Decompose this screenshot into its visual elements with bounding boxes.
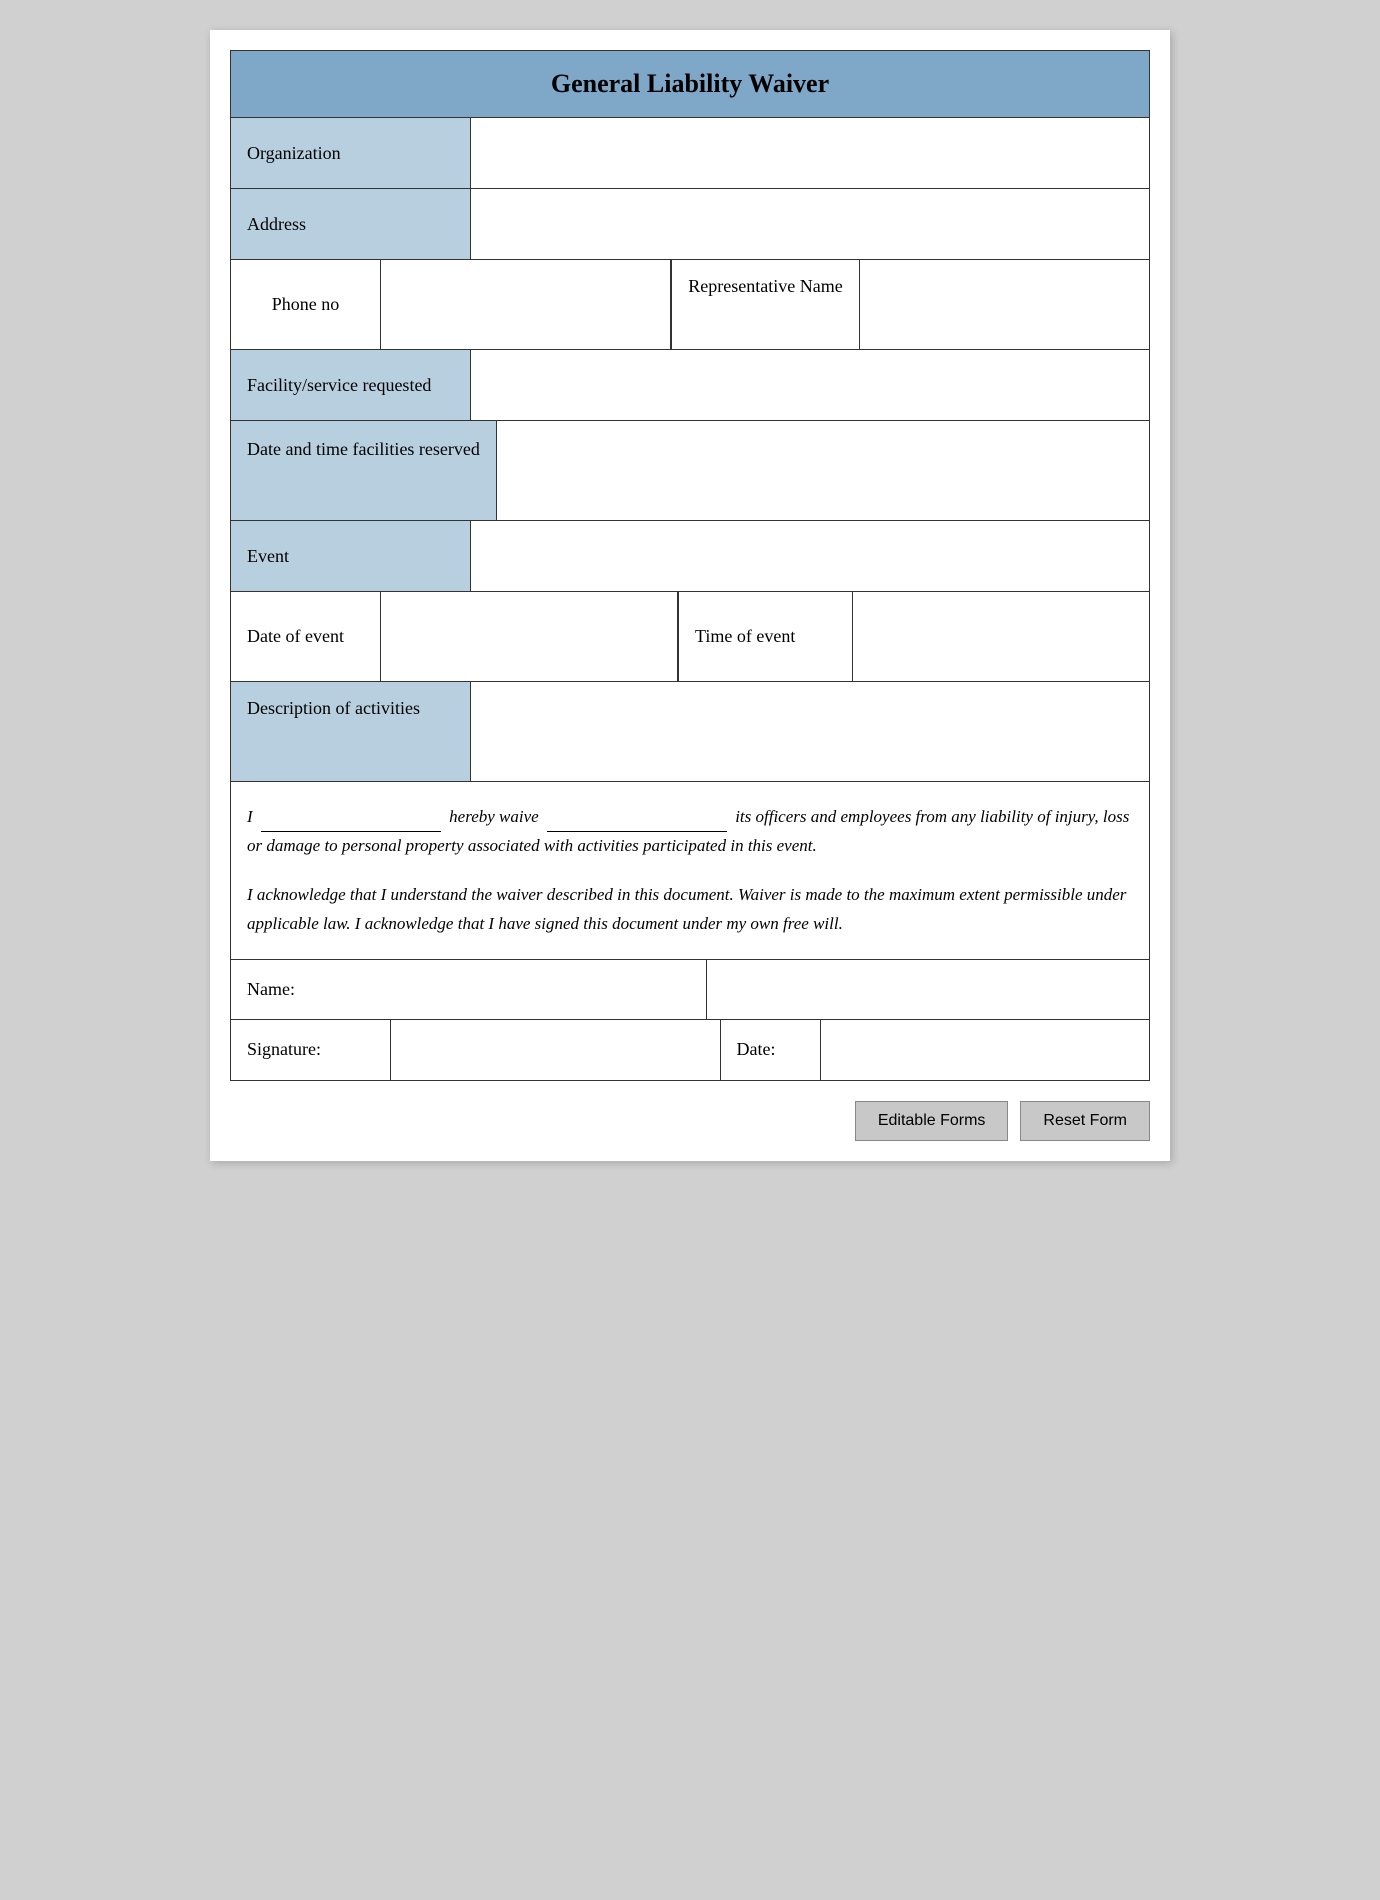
facility-value[interactable] bbox=[471, 350, 1149, 420]
form-title: General Liability Waiver bbox=[231, 51, 1149, 118]
rep-name-label: Representative Name bbox=[671, 260, 859, 349]
signature-label: Signature: bbox=[231, 1020, 391, 1080]
phone-rep-row: Phone no Representative Name bbox=[231, 260, 1149, 350]
description-label: Description of activities bbox=[231, 682, 471, 781]
address-label: Address bbox=[231, 189, 471, 259]
signature-input[interactable] bbox=[391, 1020, 720, 1080]
description-row: Description of activities bbox=[231, 682, 1149, 782]
phone-label: Phone no bbox=[231, 260, 381, 349]
date-time-label: Date and time facilities reserved bbox=[231, 421, 497, 520]
date-time-value[interactable] bbox=[497, 421, 1149, 520]
name-label: Name: bbox=[231, 960, 707, 1019]
date-time-row: Date and time facilities reserved bbox=[231, 421, 1149, 521]
address-row: Address bbox=[231, 189, 1149, 260]
name-blank-1[interactable] bbox=[261, 802, 441, 832]
name-input[interactable] bbox=[707, 960, 1150, 1019]
facility-label: Facility/service requested bbox=[231, 350, 471, 420]
form-container: General Liability Waiver Organization Ad… bbox=[230, 50, 1150, 1081]
facility-row: Facility/service requested bbox=[231, 350, 1149, 421]
legal-paragraph-2: I acknowledge that I understand the waiv… bbox=[247, 881, 1133, 939]
time-of-event-value[interactable] bbox=[853, 592, 1149, 681]
name-value[interactable] bbox=[707, 960, 1150, 1019]
date-label: Date: bbox=[721, 1020, 821, 1080]
time-of-event-label: Time of event bbox=[678, 592, 853, 681]
organization-row: Organization bbox=[231, 118, 1149, 189]
description-value[interactable] bbox=[471, 682, 1149, 781]
org-blank[interactable] bbox=[547, 802, 727, 832]
phone-value[interactable] bbox=[381, 260, 671, 349]
date-value[interactable] bbox=[821, 1020, 1150, 1080]
page-wrapper: General Liability Waiver Organization Ad… bbox=[210, 30, 1170, 1161]
date-of-event-input[interactable] bbox=[391, 606, 667, 667]
organization-label: Organization bbox=[231, 118, 471, 188]
legal-paragraph-1: I hereby waive its officers and employee… bbox=[247, 802, 1133, 861]
date-input[interactable] bbox=[821, 1020, 1150, 1080]
time-of-event-input[interactable] bbox=[863, 606, 1139, 667]
signature-row: Signature: Date: bbox=[231, 1020, 1149, 1080]
legal-text-block: I hereby waive its officers and employee… bbox=[231, 782, 1149, 960]
rep-name-value[interactable] bbox=[860, 260, 1149, 349]
date-time-input[interactable] bbox=[507, 435, 1139, 506]
phone-input[interactable] bbox=[391, 274, 660, 335]
editable-forms-button[interactable]: Editable Forms bbox=[855, 1101, 1009, 1141]
facility-input[interactable] bbox=[481, 364, 1139, 406]
date-event-row: Date of event Time of event bbox=[231, 592, 1149, 682]
address-value[interactable] bbox=[471, 189, 1149, 259]
event-value[interactable] bbox=[471, 521, 1149, 591]
date-of-event-label: Date of event bbox=[231, 592, 381, 681]
reset-form-button[interactable]: Reset Form bbox=[1020, 1101, 1150, 1141]
date-of-event-value[interactable] bbox=[381, 592, 678, 681]
address-input[interactable] bbox=[481, 203, 1139, 245]
organization-input[interactable] bbox=[481, 132, 1139, 174]
event-input[interactable] bbox=[481, 535, 1139, 577]
button-row: Editable Forms Reset Form bbox=[230, 1101, 1150, 1141]
signature-value[interactable] bbox=[391, 1020, 721, 1080]
name-row: Name: bbox=[231, 960, 1149, 1020]
organization-value[interactable] bbox=[471, 118, 1149, 188]
event-row: Event bbox=[231, 521, 1149, 592]
description-input[interactable] bbox=[481, 696, 1139, 767]
event-label: Event bbox=[231, 521, 471, 591]
rep-name-input[interactable] bbox=[870, 274, 1139, 335]
